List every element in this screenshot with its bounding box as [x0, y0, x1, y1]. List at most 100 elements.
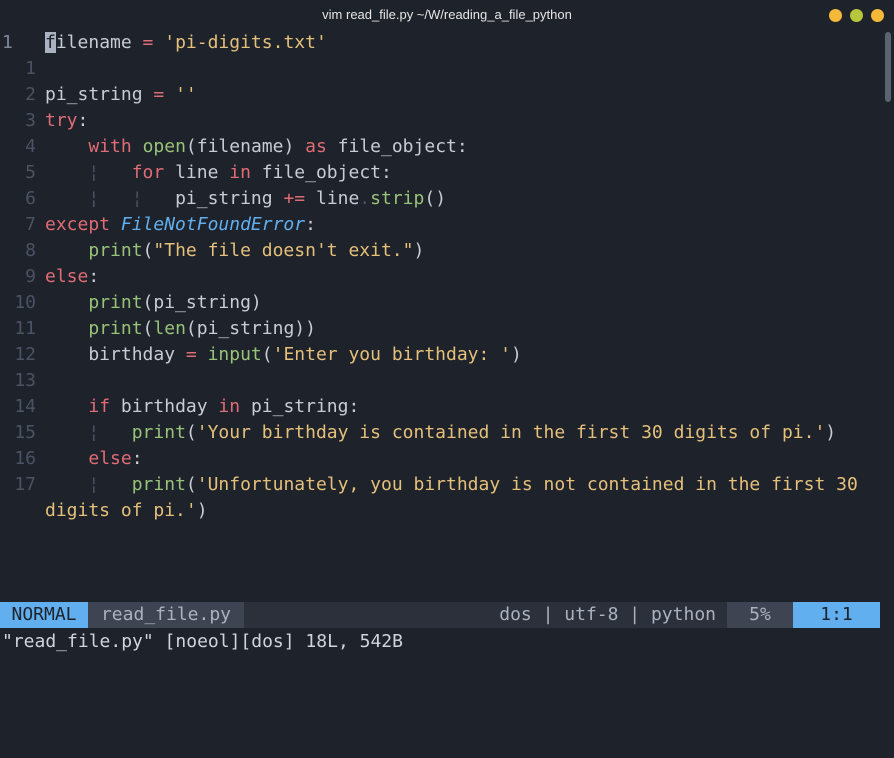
code-line[interactable]: 14 if birthday in pi_string:	[0, 394, 880, 420]
line-number: 1	[2, 32, 13, 53]
code-token: FileNotFoundError	[120, 214, 306, 235]
code-token: )	[511, 344, 522, 365]
code-text: print(pi_string)	[45, 290, 261, 316]
code-text: print(len(pi_string))	[45, 316, 316, 342]
line-number: 5	[25, 162, 36, 183]
code-token: :	[77, 110, 89, 131]
line-number: 12	[14, 344, 36, 365]
code-token: file_object:	[250, 162, 392, 183]
scroll-thumb[interactable]	[885, 32, 891, 102]
code-token: birthday	[45, 344, 186, 365]
window-title: vim read_file.py ~/W/reading_a_file_pyth…	[322, 7, 572, 22]
code-line[interactable]: 13	[0, 368, 880, 394]
command-line[interactable]: "read_file.py" [noeol][dos] 18L, 542B	[2, 629, 882, 653]
indent-guide: ¦	[88, 162, 100, 183]
zoom-button[interactable]	[850, 9, 863, 22]
code-line[interactable]: 17 ¦ print('Unfortunately, you birthday …	[0, 472, 880, 498]
editor-buffer[interactable]: 1 filename = 'pi-digits.txt' 1 2 pi_string =…	[0, 30, 880, 600]
text-cursor: f	[45, 32, 56, 53]
code-token: +=	[283, 188, 306, 209]
code-line[interactable]: 12 birthday = input('Enter you birthday:…	[0, 342, 880, 368]
code-token: =	[185, 344, 197, 365]
code-token: else	[45, 266, 89, 287]
code-text: birthday = input('Enter you birthday: ')	[45, 342, 522, 368]
mode-indicator: NORMAL	[0, 602, 88, 628]
code-text: else:	[45, 264, 99, 290]
code-token: (	[142, 318, 154, 339]
code-token: )	[196, 500, 208, 521]
line-number: 2	[25, 84, 36, 105]
code-token: print	[131, 474, 186, 495]
code-token: len	[153, 318, 186, 339]
code-token: line	[305, 188, 360, 209]
code-token: in	[218, 396, 241, 417]
status-line: NORMAL read_file.py dos | utf-8 | python…	[0, 602, 880, 628]
code-line[interactable]: 16 else:	[0, 446, 880, 472]
code-line[interactable]: 1 filename = 'pi-digits.txt'	[0, 30, 880, 56]
line-number: 10	[14, 292, 36, 313]
code-token: print	[131, 422, 186, 443]
code-line[interactable]: 10 print(pi_string)	[0, 290, 880, 316]
line-number: 7	[25, 214, 36, 235]
code-line[interactable]: 7 except FileNotFoundError:	[0, 212, 880, 238]
code-token: for	[131, 162, 165, 183]
code-token: 'Unfortunately, you birthday is not cont…	[196, 474, 858, 495]
indent-guide: ¦	[88, 422, 100, 443]
code-token: :	[305, 214, 316, 235]
code-token: :	[88, 266, 100, 287]
code-text: try:	[45, 108, 88, 134]
code-token: (	[185, 422, 197, 443]
code-token: .	[359, 188, 371, 209]
code-token: else	[88, 448, 132, 469]
code-line[interactable]: 6 ¦ ¦ pi_string += line.strip()	[0, 186, 880, 212]
code-token: =	[153, 84, 165, 105]
code-token: except	[45, 214, 111, 235]
code-token: pi_string	[45, 84, 154, 105]
code-token: try	[45, 110, 78, 131]
code-line[interactable]: digits of pi.')	[0, 498, 880, 524]
code-token: if	[88, 396, 111, 417]
code-text: except FileNotFoundError:	[45, 212, 316, 238]
line-number: 4	[25, 136, 36, 157]
code-text: ¦ ¦ pi_string += line.strip()	[45, 186, 446, 212]
code-line[interactable]: 1	[0, 56, 880, 82]
code-text: else:	[45, 446, 142, 472]
status-filename: read_file.py	[88, 602, 244, 628]
code-line[interactable]: 15 ¦ print('Your birthday is contained i…	[0, 420, 880, 446]
code-token: print	[88, 292, 143, 313]
line-number: 3	[25, 110, 36, 131]
code-line[interactable]: 2 pi_string = ''	[0, 82, 880, 108]
line-number: 11	[14, 318, 36, 339]
code-token: file_object:	[326, 136, 468, 157]
minimize-button[interactable]	[829, 9, 842, 22]
title-bar: vim read_file.py ~/W/reading_a_file_pyth…	[0, 0, 894, 30]
scrollbar[interactable]	[884, 30, 892, 600]
code-token: 'Enter you birthday: '	[272, 344, 512, 365]
code-token: as	[305, 136, 327, 157]
code-line[interactable]: 9 else:	[0, 264, 880, 290]
code-token: print	[88, 240, 143, 261]
close-button[interactable]	[871, 9, 884, 22]
code-text: if birthday in pi_string:	[45, 394, 359, 420]
code-line[interactable]: 11 print(len(pi_string))	[0, 316, 880, 342]
code-line[interactable]: 5 ¦ for line in file_object:	[0, 160, 880, 186]
code-line[interactable]: 4 with open(filename) as file_object:	[0, 134, 880, 160]
code-text: ¦ print('Unfortunately, you birthday is …	[45, 472, 858, 498]
code-line[interactable]: 8 print("The file doesn't exit.")	[0, 238, 880, 264]
code-token: )	[825, 422, 837, 443]
code-token: print	[88, 318, 143, 339]
code-line[interactable]: 3 try:	[0, 108, 880, 134]
